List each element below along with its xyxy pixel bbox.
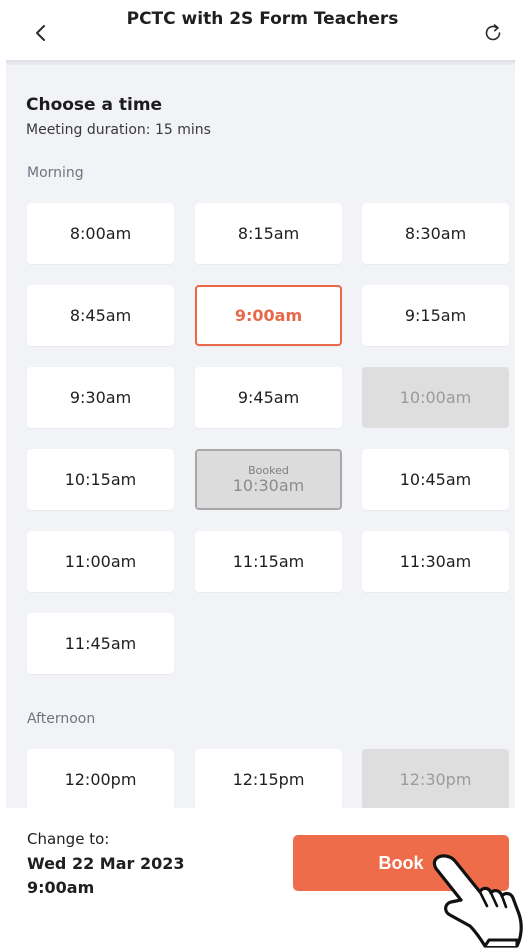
slot-time-label: 10:45am bbox=[399, 470, 472, 489]
time-slot-830am[interactable]: 8:30am bbox=[362, 203, 509, 264]
time-slot-930am[interactable]: 9:30am bbox=[27, 367, 174, 428]
time-slot-845am[interactable]: 8:45am bbox=[27, 285, 174, 346]
slot-time-label: 10:15am bbox=[64, 470, 137, 489]
chevron-left-icon bbox=[36, 25, 45, 41]
slot-time-label: 9:30am bbox=[69, 388, 132, 407]
slot-time-label: 8:30am bbox=[404, 224, 467, 243]
slot-time-label: 12:15pm bbox=[232, 770, 305, 789]
header-bar: PCTC with 2S Form Teachers bbox=[0, 0, 525, 60]
slot-time-label: 10:00am bbox=[399, 388, 472, 407]
time-slot-1230pm: 12:30pm bbox=[362, 749, 509, 808]
slot-time-label: 9:15am bbox=[404, 306, 467, 325]
slot-time-label: 10:30am bbox=[232, 475, 305, 495]
time-slot-915am[interactable]: 9:15am bbox=[362, 285, 509, 346]
selected-time: 9:00am bbox=[27, 878, 95, 897]
time-slot-1030am: Booked 10:30am bbox=[195, 449, 342, 510]
time-slot-1145am[interactable]: 11:45am bbox=[27, 613, 174, 674]
time-slot-1115am[interactable]: 11:15am bbox=[195, 531, 342, 592]
meeting-duration: Meeting duration: 15 mins bbox=[26, 122, 211, 138]
slot-time-label: 12:30pm bbox=[399, 770, 472, 789]
choose-time-heading: Choose a time bbox=[26, 95, 163, 115]
pointing-hand-icon bbox=[432, 854, 523, 948]
slot-time-label: 11:45am bbox=[64, 634, 137, 653]
time-slot-1130am[interactable]: 11:30am bbox=[362, 531, 509, 592]
afternoon-label: Afternoon bbox=[27, 711, 96, 727]
time-slot-900am[interactable]: 9:00am bbox=[195, 285, 342, 346]
refresh-button[interactable] bbox=[478, 18, 508, 48]
time-slot-945am[interactable]: 9:45am bbox=[195, 367, 342, 428]
change-to-label: Change to: bbox=[27, 830, 110, 848]
slot-time-label: 11:30am bbox=[399, 552, 472, 571]
slot-time-label: 9:00am bbox=[234, 306, 303, 325]
selected-date: Wed 22 Mar 2023 bbox=[27, 854, 185, 873]
slot-time-label: 11:15am bbox=[232, 552, 305, 571]
page-title: PCTC with 2S Form Teachers bbox=[126, 9, 399, 29]
slot-time-label: 8:45am bbox=[69, 306, 132, 325]
time-slot-1215pm[interactable]: 12:15pm bbox=[195, 749, 342, 808]
time-slot-1045am[interactable]: 10:45am bbox=[362, 449, 509, 510]
slot-time-label: 9:45am bbox=[237, 388, 300, 407]
time-slot-800am[interactable]: 8:00am bbox=[27, 203, 174, 264]
time-slot-815am[interactable]: 8:15am bbox=[195, 203, 342, 264]
time-slot-1100am[interactable]: 11:00am bbox=[27, 531, 174, 592]
refresh-icon bbox=[485, 24, 501, 41]
slot-time-label: 8:15am bbox=[237, 224, 300, 243]
morning-label: Morning bbox=[27, 165, 84, 181]
time-slot-1000am: 10:00am bbox=[362, 367, 509, 428]
slot-time-label: 8:00am bbox=[69, 224, 132, 243]
booked-tag: Booked bbox=[248, 463, 289, 477]
slot-time-label: 11:00am bbox=[64, 552, 137, 571]
time-slot-1015am[interactable]: 10:15am bbox=[27, 449, 174, 510]
time-slot-1200pm[interactable]: 12:00pm bbox=[27, 749, 174, 808]
slot-time-label: 12:00pm bbox=[64, 770, 137, 789]
back-button[interactable] bbox=[26, 18, 56, 48]
time-picker-panel[interactable]: Choose a time Meeting duration: 15 mins … bbox=[6, 65, 515, 808]
